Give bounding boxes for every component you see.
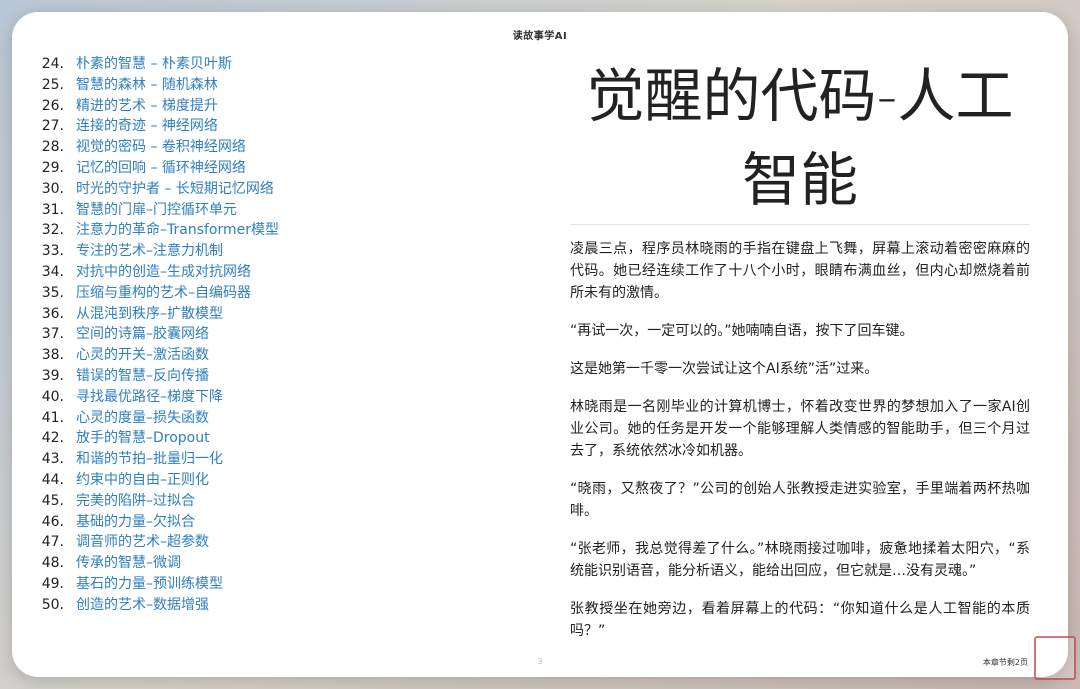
body-paragraph: “晓雨，又熬夜了？”公司的创始人张教授走进实验室，手里端着两杯热咖啡。: [570, 481, 1030, 519]
toc-item-link[interactable]: 连接的奇迹 – 神经网络: [76, 118, 218, 134]
toc-item-link[interactable]: 朴素的智慧 – 朴素贝叶斯: [76, 56, 232, 72]
toc-item-link[interactable]: 注意力的革命–Transformer模型: [76, 222, 279, 238]
watermark-stamp-icon: [1034, 636, 1076, 680]
toc-item-number: 24.: [41, 56, 64, 72]
toc-item-number: 33.: [41, 243, 64, 260]
toc-item-number: 43.: [41, 451, 64, 468]
toc-item-number: 44.: [41, 471, 64, 488]
body-paragraph: 张教授坐在她旁边，看着屏幕上的代码：“你知道什么是人工智能的本质吗？”: [570, 601, 1030, 639]
table-of-contents: 24. 朴素的智慧 – 朴素贝叶斯 25. 智慧的森林 – 随机森林 26. 精进的艺术 …: [22, 54, 502, 616]
toc-item[interactable]: 39. 错误的智慧–反向传播: [22, 366, 502, 387]
toc-item-link[interactable]: 对抗中的创造–生成对抗网络: [76, 264, 251, 280]
toc-item-link[interactable]: 压缩与重构的艺术–自编码器: [76, 285, 251, 301]
toc-item-number: 32.: [41, 222, 64, 239]
toc-item-number: 46.: [41, 513, 64, 530]
title-divider: [570, 224, 1030, 225]
toc-item-link[interactable]: 智慧的森林 – 随机森林: [76, 77, 218, 93]
toc-item[interactable]: 34. 对抗中的创造–生成对抗网络: [22, 262, 502, 283]
toc-item-number: 35.: [41, 284, 64, 301]
body-paragraph: 林晓雨是一名刚毕业的计算机博士，怀着改变世界的梦想加入了一家AI创业公司。她的任…: [570, 399, 1030, 459]
toc-item-number: 37.: [41, 326, 64, 343]
toc-item[interactable]: 38. 心灵的开关–激活函数: [22, 345, 502, 366]
toc-item-link[interactable]: 基础的力量–欠拟合: [76, 514, 195, 530]
toc-item-link[interactable]: 精进的艺术 – 梯度提升: [76, 98, 218, 114]
toc-item-link[interactable]: 时光的守护者 – 长短期记忆网络: [76, 181, 274, 197]
toc-item-link[interactable]: 创造的艺术–数据增强: [76, 597, 209, 613]
chapter-body: 凌晨三点，程序员林晓雨的手指在键盘上飞舞，屏幕上滚动着密密麻麻的代码。她已经连续…: [570, 238, 1030, 658]
body-paragraph: 这是她第一千零一次尝试让这个AI系统”活”过来。: [570, 361, 879, 377]
body-paragraph: “张老师，我总觉得差了什么。”林晓雨接过咖啡，疲惫地揉着太阳穴，“系统能识别语音…: [570, 541, 1030, 579]
toc-item-number: 49.: [41, 575, 64, 592]
toc-item-link[interactable]: 智慧的门扉–门控循环单元: [76, 202, 237, 218]
chapter-remaining-label: 本章节剩2页: [982, 658, 1028, 667]
toc-item-link[interactable]: 空间的诗篇–胶囊网络: [76, 326, 209, 342]
body-paragraph: 凌晨三点，程序员林晓雨的手指在键盘上飞舞，屏幕上滚动着密密麻麻的代码。她已经连续…: [570, 241, 1030, 301]
toc-item-link[interactable]: 基石的力量–预训练模型: [76, 576, 223, 592]
toc-item[interactable]: 42. 放手的智慧–Dropout: [22, 428, 502, 449]
toc-item[interactable]: 25. 智慧的森林 – 随机森林: [22, 75, 502, 96]
toc-item-link[interactable]: 心灵的开关–激活函数: [76, 347, 209, 363]
page-number: 3: [537, 657, 543, 666]
toc-item[interactable]: 40. 寻找最优路径–梯度下降: [22, 387, 502, 408]
toc-item-number: 39.: [41, 367, 64, 384]
toc-item-number: 31.: [41, 201, 64, 218]
chapter-title: 觉醒的代码-人工智能: [586, 62, 1014, 214]
toc-item[interactable]: 41. 心灵的度量–损失函数: [22, 408, 502, 429]
toc-item[interactable]: 28. 视觉的密码 – 卷积神经网络: [22, 137, 502, 158]
toc-item-number: 30.: [41, 180, 64, 197]
toc-item-link[interactable]: 心灵的度量–损失函数: [76, 410, 209, 426]
toc-item-number: 50.: [41, 596, 64, 613]
toc-item[interactable]: 27. 连接的奇迹 – 神经网络: [22, 116, 502, 137]
toc-item-number: 36.: [41, 305, 64, 322]
app-title: 读故事学AI: [512, 31, 568, 42]
toc-item[interactable]: 24. 朴素的智慧 – 朴素贝叶斯: [22, 54, 502, 75]
toc-item-link[interactable]: 错误的智慧–反向传播: [76, 368, 209, 384]
toc-item-link[interactable]: 传承的智慧–微调: [76, 555, 181, 571]
toc-item-number: 47.: [41, 534, 64, 551]
toc-item-link[interactable]: 放手的智慧–Dropout: [76, 430, 210, 446]
toc-item-number: 27.: [41, 118, 64, 135]
toc-item[interactable]: 32. 注意力的革命–Transformer模型: [22, 220, 502, 241]
toc-item[interactable]: 46. 基础的力量–欠拟合: [22, 512, 502, 533]
toc-item-link[interactable]: 从混沌到秩序–扩散模型: [76, 306, 223, 322]
toc-item[interactable]: 36. 从混沌到秩序–扩散模型: [22, 304, 502, 325]
toc-item[interactable]: 48. 传承的智慧–微调: [22, 553, 502, 574]
body-paragraph: “再试一次，一定可以的。”她喃喃自语，按下了回车键。: [570, 323, 914, 339]
toc-item[interactable]: 49. 基石的力量–预训练模型: [22, 574, 502, 595]
toc-item-number: 34.: [41, 263, 64, 280]
toc-item[interactable]: 30. 时光的守护者 – 长短期记忆网络: [22, 179, 502, 200]
toc-item[interactable]: 26. 精进的艺术 – 梯度提升: [22, 96, 502, 117]
toc-item-number: 25.: [41, 76, 64, 93]
toc-item-link[interactable]: 完美的陷阱–过拟合: [76, 493, 195, 509]
toc-item[interactable]: 43. 和谐的节拍–批量归一化: [22, 449, 502, 470]
toc-item[interactable]: 45. 完美的陷阱–过拟合: [22, 491, 502, 512]
toc-item-number: 45.: [41, 492, 64, 509]
toc-item-number: 29.: [41, 159, 64, 176]
toc-item[interactable]: 44. 约束中的自由–正则化: [22, 470, 502, 491]
toc-item-number: 28.: [41, 139, 64, 156]
toc-item-link[interactable]: 记忆的回响 – 循环神经网络: [76, 160, 246, 176]
toc-item-link[interactable]: 寻找最优路径–梯度下降: [76, 389, 223, 405]
toc-item-number: 26.: [41, 97, 64, 114]
toc-item-number: 48.: [41, 555, 64, 572]
toc-item-link[interactable]: 和谐的节拍–批量归一化: [76, 451, 223, 467]
toc-item[interactable]: 35. 压缩与重构的艺术–自编码器: [22, 283, 502, 304]
toc-item[interactable]: 31. 智慧的门扉–门控循环单元: [22, 200, 502, 221]
toc-item-link[interactable]: 约束中的自由–正则化: [76, 472, 209, 488]
toc-item-link[interactable]: 视觉的密码 – 卷积神经网络: [76, 139, 246, 155]
toc-item-number: 42.: [41, 430, 64, 447]
toc-item-link[interactable]: 专注的艺术–注意力机制: [76, 243, 223, 259]
toc-item[interactable]: 50. 创造的艺术–数据增强: [22, 595, 502, 616]
toc-item[interactable]: 33. 专注的艺术–注意力机制: [22, 241, 502, 262]
toc-item[interactable]: 37. 空间的诗篇–胶囊网络: [22, 324, 502, 345]
toc-item-link[interactable]: 调音师的艺术–超参数: [76, 534, 209, 550]
toc-item-number: 38.: [41, 347, 64, 364]
toc-item[interactable]: 29. 记忆的回响 – 循环神经网络: [22, 158, 502, 179]
toc-item-number: 41.: [41, 409, 64, 426]
reader-window: 读故事学AI 24. 朴素的智慧 – 朴素贝叶斯 25. 智慧的森林 – 随机森林 26…: [12, 12, 1068, 677]
toc-item[interactable]: 47. 调音师的艺术–超参数: [22, 532, 502, 553]
toc-item-number: 40.: [41, 388, 64, 405]
